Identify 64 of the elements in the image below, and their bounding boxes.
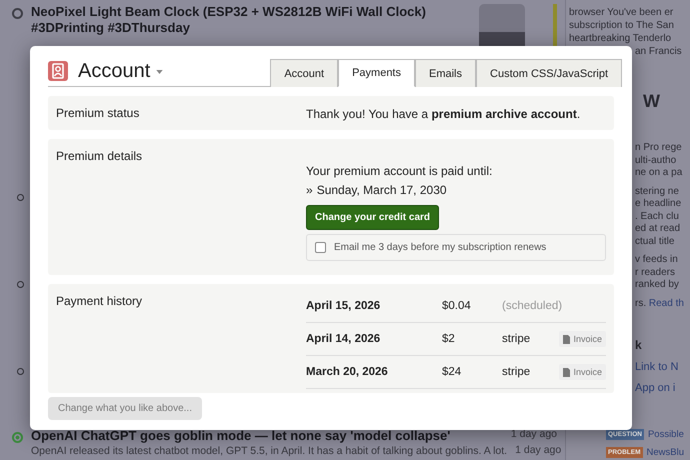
checkbox[interactable] xyxy=(315,242,326,253)
dialog-title: Account xyxy=(78,60,150,83)
person-icon xyxy=(48,61,68,81)
read-dot-icon[interactable] xyxy=(17,194,24,201)
sidebar-link[interactable]: NewsBlu xyxy=(646,447,684,458)
section-label: Premium status xyxy=(56,105,140,122)
bullet-glyph: » xyxy=(306,183,313,197)
document-icon xyxy=(563,334,570,344)
document-icon xyxy=(563,368,570,376)
sidebar-text: . Each clu xyxy=(635,210,680,223)
payment-method: stripe xyxy=(502,366,532,378)
paid-until-text: Your premium account is paid until: xyxy=(306,163,494,180)
sidebar-text: r readers xyxy=(635,266,676,279)
sidebar-link[interactable]: Possible xyxy=(648,429,684,440)
sidebar-text: e headline xyxy=(635,198,682,210)
email-reminder-checkbox[interactable]: Email me 3 days before my subscription renews xyxy=(306,234,606,261)
story-title[interactable]: NeoPixel Light Beam Clock (ESP32 + WS2812B WiFi Wall Clock) #3DPrinting #3DThursday xyxy=(31,4,471,36)
tab[interactable]: Account xyxy=(270,59,338,87)
tab[interactable]: Custom CSS/JavaScript xyxy=(476,59,622,87)
read-dot-icon[interactable] xyxy=(17,368,24,375)
checkbox-label: Email me 3 days before my subscription renews xyxy=(334,242,546,253)
payment-method: (scheduled) xyxy=(502,300,564,312)
unread-dot-icon[interactable] xyxy=(12,8,23,19)
sidebar-heading: W xyxy=(643,91,661,112)
payment-date: March 20, 2026 xyxy=(306,366,389,378)
sidebar-text: n Pro rege xyxy=(635,142,683,154)
sidebar-heading: k xyxy=(635,338,643,352)
payment-method: stripe xyxy=(502,333,532,345)
sidebar-text: ranked by xyxy=(635,279,680,292)
sidebar-text: browser You've been er xyxy=(569,6,674,19)
section-label: Premium details xyxy=(56,148,144,165)
invoice-button[interactable]: Invoice xyxy=(559,331,606,347)
change-card-button[interactable]: Change your credit card xyxy=(306,205,440,230)
tab[interactable]: Emails xyxy=(415,59,476,87)
payment-amount: $0.04 xyxy=(442,300,472,312)
sidebar-text: stering ne xyxy=(635,186,680,198)
sidebar-text: ctual title xyxy=(635,236,676,248)
sidebar-text: an Francis xyxy=(635,46,683,57)
sidebar-text: ne on a pa xyxy=(635,167,684,180)
sidebar-text: ed at read xyxy=(635,223,682,236)
read-dot-icon[interactable] xyxy=(17,281,24,288)
story-snippet: OpenAI released its latest chatbot model, GPT 5.5, in April. It has a habit of talking about goblins. A lot. xyxy=(31,444,508,458)
invoice-button[interactable]: Invoice xyxy=(559,364,606,380)
sidebar-text: ulti-autho xyxy=(635,154,678,167)
sidebar-text: rs. xyxy=(635,298,648,308)
story-title[interactable]: OpenAI ChatGPT goes goblin mode — let none say 'model collapse' xyxy=(31,428,450,444)
paid-until-date: Sunday, March 17, 2030 xyxy=(316,183,447,197)
sidebar-text: v feeds in xyxy=(635,254,679,266)
sidebar-link[interactable]: App on i xyxy=(635,382,690,394)
payment-amount: $2 xyxy=(442,333,456,345)
sidebar-text: subscription to The San xyxy=(569,19,675,32)
sidebar-text: heartbreaking Tenderlo xyxy=(569,32,672,45)
tab[interactable]: Payments xyxy=(338,59,415,87)
section-label: Payment history xyxy=(56,293,144,310)
caret-icon[interactable] xyxy=(156,70,164,74)
story-time: 1 day ago xyxy=(510,428,557,442)
read-more-link[interactable]: Read th xyxy=(648,298,684,308)
payment-amount: $24 xyxy=(442,366,462,378)
status-text: Thank you! You have a premium archive account. xyxy=(306,106,582,123)
payment-date: April 15, 2026 xyxy=(306,300,382,312)
payment-date: April 14, 2026 xyxy=(306,333,382,345)
unread-dot-icon[interactable] xyxy=(12,432,23,443)
sidebar-link[interactable]: Link to N xyxy=(635,361,690,373)
story-time: 1 day ago xyxy=(515,444,562,458)
